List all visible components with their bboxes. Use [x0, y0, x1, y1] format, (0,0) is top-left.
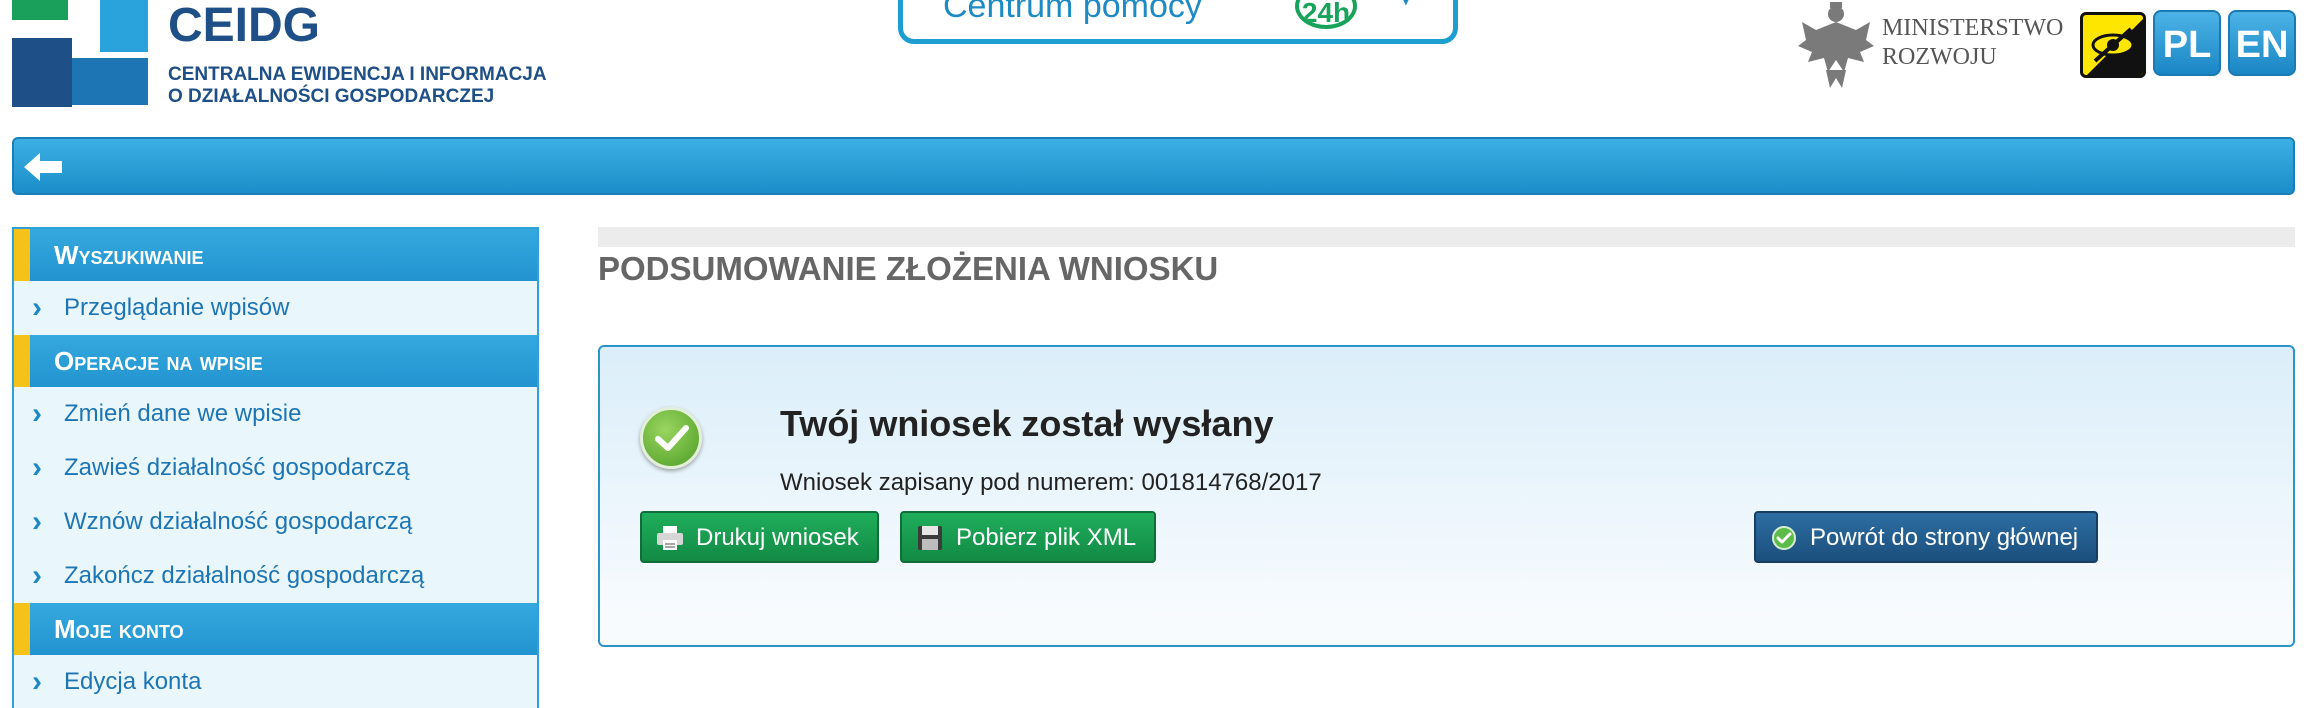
- print-application-label: Drukuj wniosek: [696, 524, 859, 551]
- brand-subtitle-line1: CENTRALNA EWIDENCJA I INFORMACJA: [168, 64, 547, 85]
- page-title: PODSUMOWANIE ZŁOŻENIA WNIOSKU: [598, 250, 1219, 287]
- help-24h-badge: 24h: [1295, 0, 1357, 29]
- brand-title: CEIDG: [168, 0, 321, 52]
- accessibility-button[interactable]: [2080, 12, 2146, 78]
- download-xml-label: Pobierz plik XML: [956, 524, 1137, 551]
- sidebar-item-label: Wznów działalność gospodarczą: [64, 508, 413, 535]
- sidebar-item-label: Zawieś działalność gospodarczą: [64, 454, 410, 481]
- chevron-right-icon: ›: [32, 291, 42, 324]
- back-to-home-label: Powrót do strony głównej: [1810, 524, 2079, 551]
- chevron-right-icon: ›: [32, 397, 42, 430]
- lang-en-button[interactable]: EN: [2228, 10, 2296, 76]
- floppy-disk-icon: [918, 526, 942, 550]
- sidebar-item-label: Edycja konta: [64, 668, 202, 695]
- panel-title: Twój wniosek został wysłany: [780, 403, 1274, 444]
- sidebar-item-edit-account[interactable]: › Edycja konta: [14, 655, 537, 708]
- printer-icon: [657, 526, 683, 550]
- submission-summary-panel: Twój wniosek został wysłany Wniosek zapi…: [598, 345, 2295, 647]
- lang-pl-button[interactable]: PL: [2153, 10, 2221, 76]
- back-to-home-button[interactable]: Powrót do strony głównej: [1754, 511, 2099, 563]
- help-center-dropdown[interactable]: Centrum pomocy 24h ▼: [898, 0, 1458, 44]
- sidebar-section-entry-operations: Operacje na wpisie: [14, 335, 537, 387]
- content-top-strip: [598, 227, 2295, 247]
- accessibility-eye-icon: [2087, 19, 2143, 75]
- download-xml-button[interactable]: Pobierz plik XML: [900, 511, 1157, 563]
- ministry-line1: MINISTERSTWO: [1882, 15, 2064, 41]
- brand-subtitle: CENTRALNA EWIDENCJA I INFORMACJA O DZIAŁ…: [168, 64, 547, 108]
- logo-block-navy: [12, 38, 72, 107]
- sidebar-item-close-business[interactable]: › Zakończ działalność gospodarczą: [14, 549, 537, 603]
- sidebar-item-label: Przeglądanie wpisów: [64, 294, 290, 321]
- check-icon: [1772, 526, 1796, 550]
- back-arrow-icon[interactable]: [22, 151, 68, 183]
- chevron-right-icon: ›: [32, 505, 42, 538]
- logo-block-light-blue: [100, 0, 148, 52]
- sidebar-section-search: Wyszukiwanie: [14, 229, 537, 281]
- sidebar-item-label: Zmień dane we wpisie: [64, 400, 302, 427]
- sidebar-item-resume-business[interactable]: › Wznów działalność gospodarczą: [14, 495, 537, 549]
- chevron-right-icon: ›: [32, 665, 42, 698]
- eagle-emblem-icon: [1798, 2, 1874, 88]
- ceidg-logo[interactable]: [12, 0, 148, 107]
- ministry-line2: ROZWOJU: [1882, 44, 1997, 70]
- navigation-bar: [12, 137, 2295, 195]
- sidebar-item-suspend-business[interactable]: › Zawieś działalność gospodarczą: [14, 441, 537, 495]
- chevron-right-icon: ›: [32, 559, 42, 592]
- sidebar-item-browse-entries[interactable]: › Przeglądanie wpisów: [14, 281, 537, 335]
- check-icon: [640, 407, 702, 469]
- sidebar-section-my-account: Moje konto: [14, 603, 537, 655]
- sidebar-item-change-entry[interactable]: › Zmień dane we wpisie: [14, 387, 537, 441]
- help-center-label: Centrum pomocy: [943, 0, 1202, 25]
- print-application-button[interactable]: Drukuj wniosek: [640, 511, 879, 563]
- brand-subtitle-line2: O DZIAŁALNOŚCI GOSPODARCZEJ: [168, 86, 495, 107]
- ministry-name: MINISTERSTWO ROZWOJU: [1882, 14, 2063, 72]
- sidebar-item-label: Zakończ działalność gospodarczą: [64, 562, 425, 589]
- sidebar: Wyszukiwanie › Przeglądanie wpisów Opera…: [12, 227, 539, 708]
- application-number-text: Wniosek zapisany pod numerem: 001814768/…: [780, 469, 1322, 496]
- chevron-down-icon: ▼: [1393, 0, 1419, 12]
- logo-block-blue: [72, 58, 148, 105]
- chevron-right-icon: ›: [32, 451, 42, 484]
- logo-block-green: [12, 0, 68, 20]
